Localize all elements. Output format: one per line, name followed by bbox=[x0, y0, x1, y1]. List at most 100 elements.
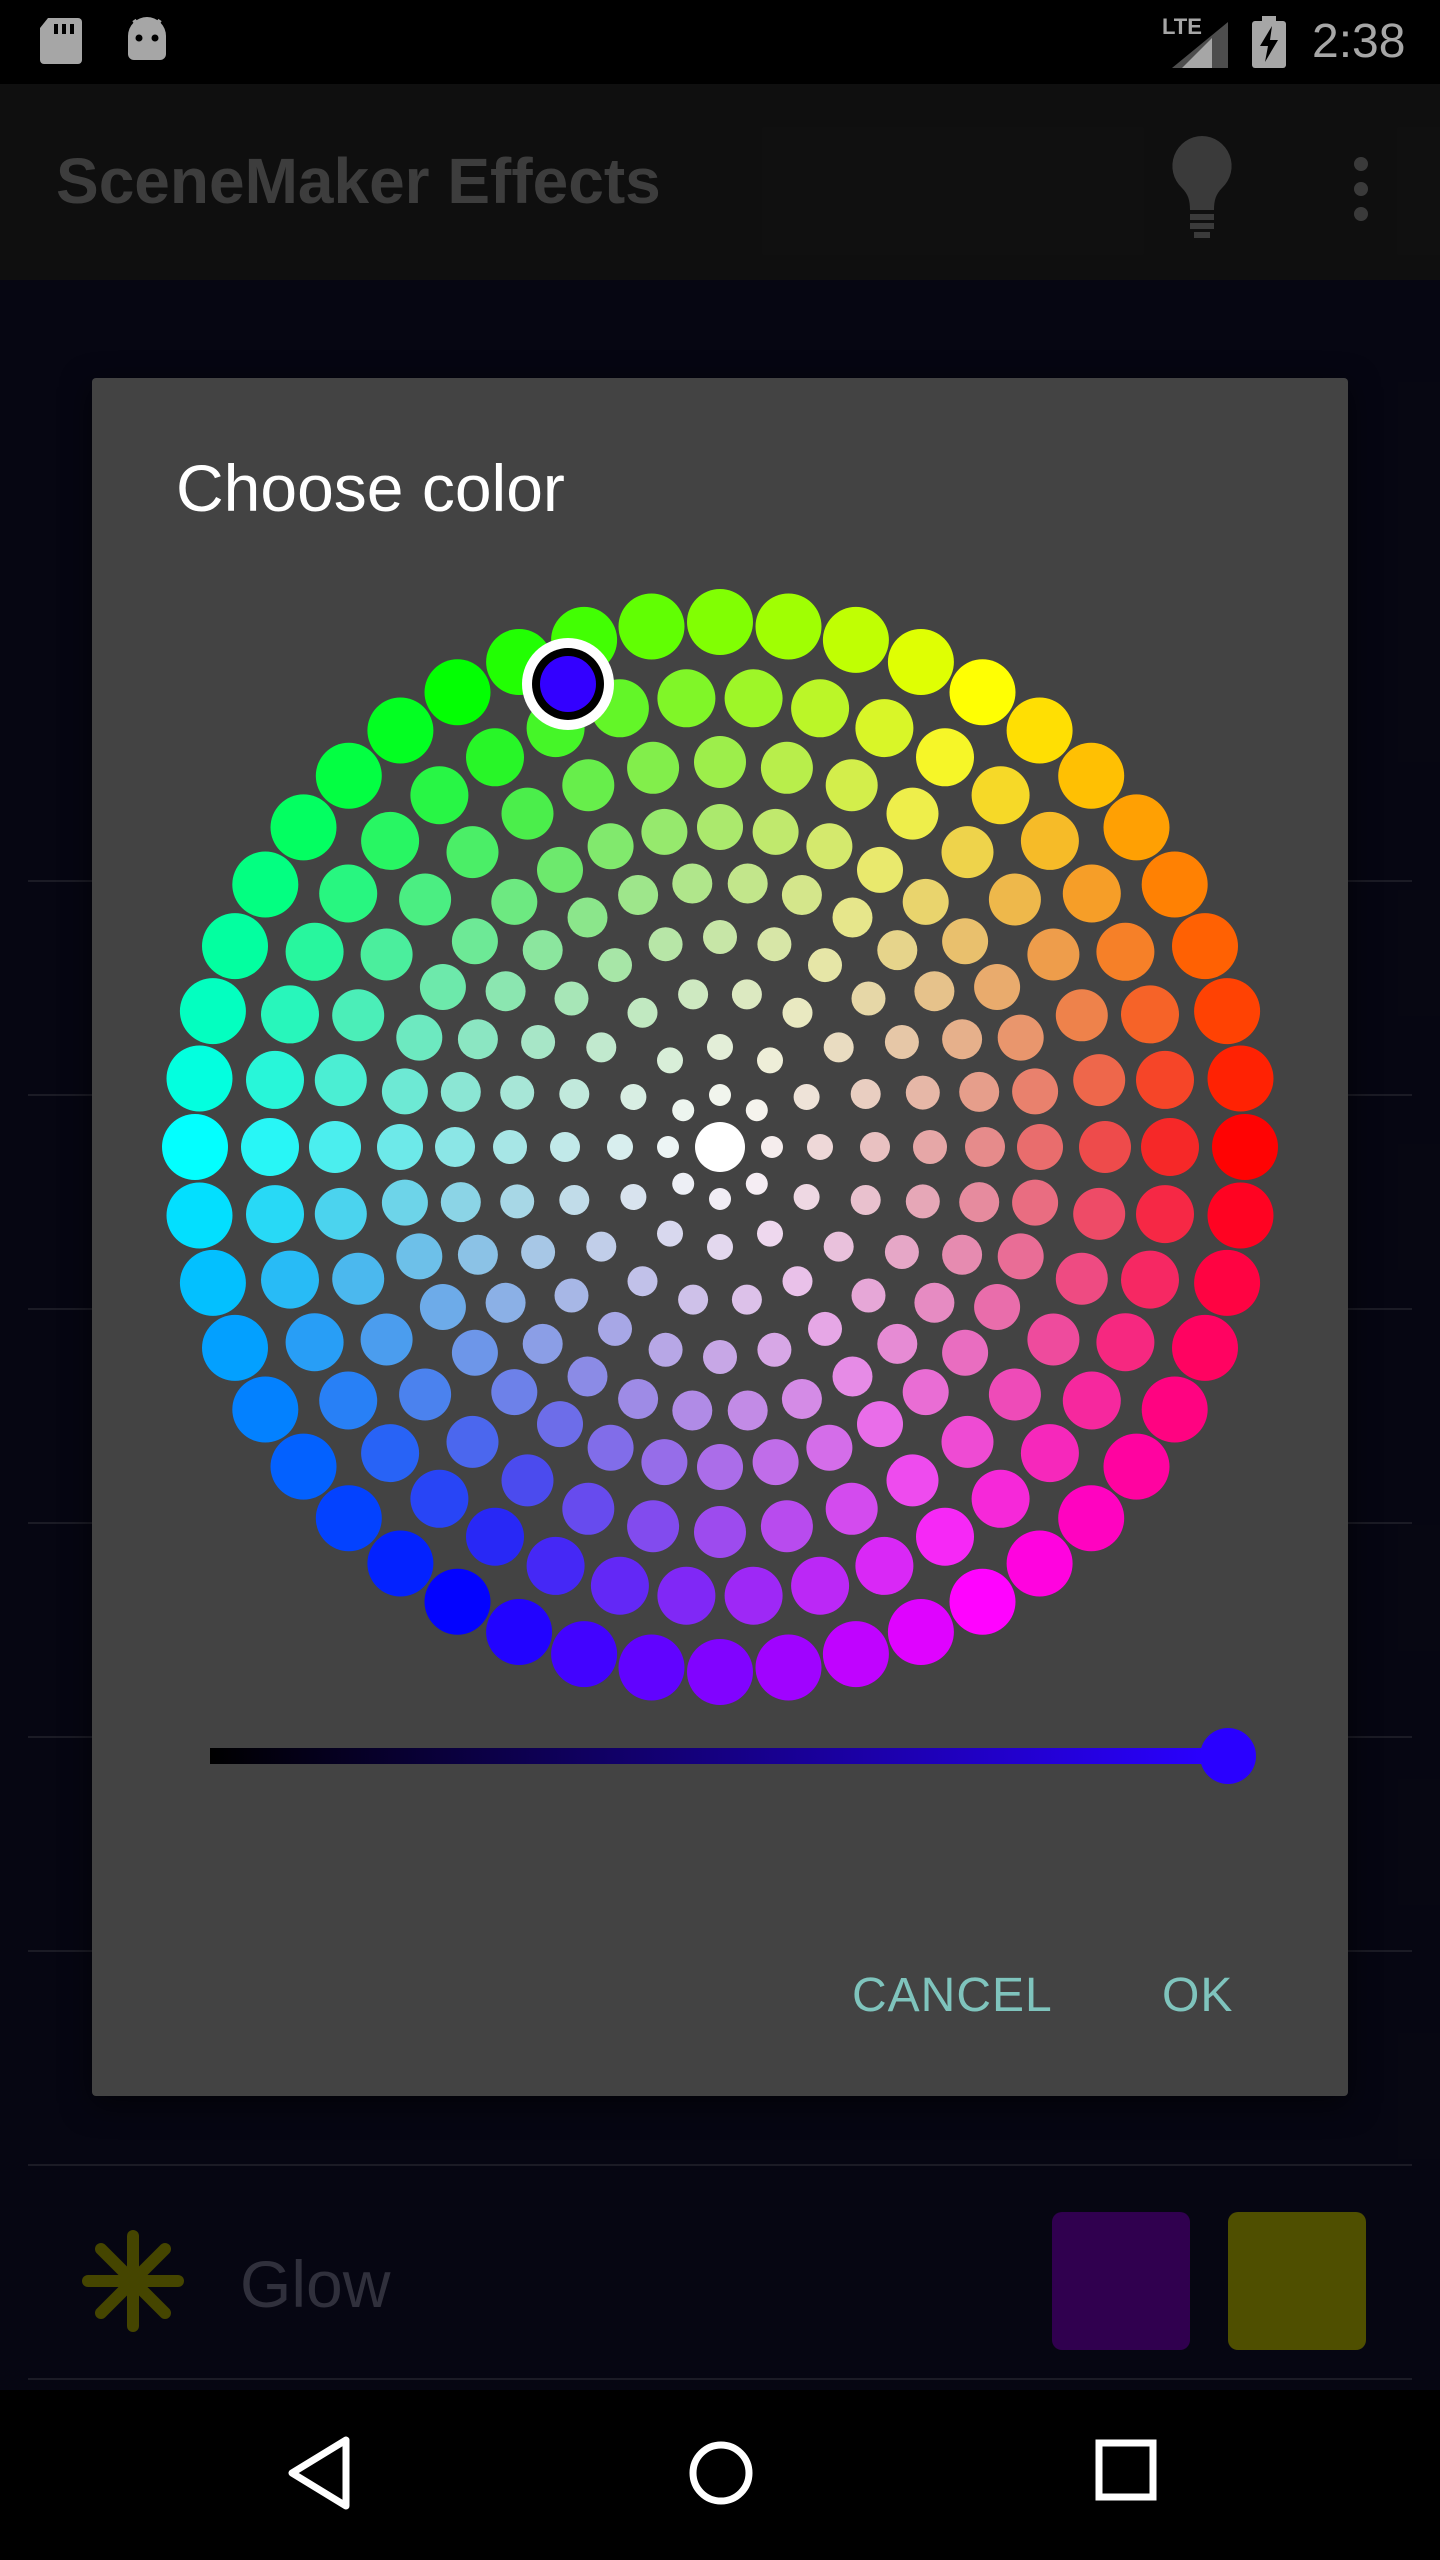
color-dot[interactable] bbox=[752, 808, 799, 855]
color-dot[interactable] bbox=[781, 1379, 822, 1419]
color-dot[interactable] bbox=[761, 1136, 783, 1158]
color-dot[interactable] bbox=[657, 1136, 679, 1158]
color-dot[interactable] bbox=[1062, 1371, 1121, 1430]
color-dot[interactable] bbox=[703, 1340, 737, 1374]
color-dot[interactable] bbox=[332, 1252, 385, 1305]
color-dot[interactable] bbox=[988, 1368, 1041, 1421]
color-dot[interactable] bbox=[942, 1234, 983, 1275]
color-dot[interactable] bbox=[724, 669, 783, 728]
color-dot[interactable] bbox=[246, 1050, 304, 1109]
color-dot[interactable] bbox=[760, 741, 813, 794]
color-dot[interactable] bbox=[757, 1332, 792, 1367]
color-dot[interactable] bbox=[485, 971, 526, 1012]
color-dot[interactable] bbox=[731, 1284, 762, 1315]
color-dot[interactable] bbox=[202, 1314, 268, 1381]
brightness-slider-thumb[interactable] bbox=[1200, 1728, 1256, 1784]
color-dot[interactable] bbox=[1121, 1250, 1179, 1309]
color-dot[interactable] bbox=[648, 1332, 683, 1367]
color-dot[interactable] bbox=[806, 823, 853, 870]
ok-button[interactable]: OK bbox=[1162, 1968, 1233, 2023]
color-dot[interactable] bbox=[1073, 1054, 1126, 1107]
color-dot[interactable] bbox=[537, 1401, 583, 1448]
color-dot[interactable] bbox=[627, 1266, 658, 1297]
color-dot[interactable] bbox=[367, 1530, 434, 1597]
color-dot[interactable] bbox=[793, 1084, 820, 1110]
color-dot[interactable] bbox=[657, 1047, 683, 1074]
color-dot[interactable] bbox=[1017, 1124, 1063, 1170]
color-dot[interactable] bbox=[672, 1172, 695, 1195]
color-dot[interactable] bbox=[941, 1415, 994, 1468]
color-dot[interactable] bbox=[360, 1313, 413, 1366]
color-dot[interactable] bbox=[1062, 864, 1121, 923]
color-dot[interactable] bbox=[232, 851, 299, 918]
color-dot[interactable] bbox=[1027, 928, 1080, 981]
color-dot[interactable] bbox=[399, 873, 452, 926]
color-dot[interactable] bbox=[1141, 851, 1208, 918]
color-dot[interactable] bbox=[598, 948, 632, 983]
color-dot[interactable] bbox=[435, 1127, 475, 1167]
cancel-button[interactable]: CANCEL bbox=[852, 1968, 1053, 2023]
color-dot[interactable] bbox=[627, 997, 658, 1028]
color-dot[interactable] bbox=[807, 1134, 833, 1160]
color-dot[interactable] bbox=[687, 1639, 753, 1705]
color-dot[interactable] bbox=[261, 985, 319, 1044]
color-dot[interactable] bbox=[587, 823, 634, 870]
color-dot[interactable] bbox=[997, 1014, 1044, 1061]
color-dot[interactable] bbox=[559, 1185, 590, 1215]
color-dot[interactable] bbox=[618, 1379, 659, 1419]
color-dot[interactable] bbox=[451, 1329, 498, 1376]
color-dot[interactable] bbox=[974, 1284, 1021, 1330]
color-dot[interactable] bbox=[757, 927, 792, 962]
color-dot[interactable] bbox=[1012, 1068, 1059, 1115]
color-dot[interactable] bbox=[823, 1231, 854, 1262]
color-dot[interactable] bbox=[399, 1368, 452, 1421]
color-dot[interactable] bbox=[1136, 1185, 1194, 1244]
color-dot[interactable] bbox=[1141, 1376, 1208, 1443]
color-dot[interactable] bbox=[166, 1045, 233, 1112]
color-dot[interactable] bbox=[590, 1556, 649, 1615]
color-dot[interactable] bbox=[697, 804, 743, 850]
color-dot[interactable] bbox=[562, 1482, 615, 1535]
color-dot[interactable] bbox=[1103, 1433, 1170, 1500]
color-dot[interactable] bbox=[703, 920, 737, 954]
color-dot[interactable] bbox=[618, 875, 659, 915]
color-dot[interactable] bbox=[745, 1172, 768, 1195]
color-dot[interactable] bbox=[757, 1220, 783, 1247]
color-dot[interactable] bbox=[808, 948, 842, 983]
color-dot[interactable] bbox=[241, 1118, 299, 1176]
color-dot[interactable] bbox=[1207, 1182, 1274, 1249]
color-dot[interactable] bbox=[419, 964, 466, 1010]
color-dot[interactable] bbox=[672, 1390, 713, 1431]
color-dot[interactable] bbox=[641, 808, 688, 855]
color-dot[interactable] bbox=[942, 1019, 983, 1060]
color-dot[interactable] bbox=[620, 1084, 647, 1110]
color-dot[interactable] bbox=[270, 1433, 337, 1500]
color-dot[interactable] bbox=[587, 1424, 634, 1471]
color-dot[interactable] bbox=[361, 811, 420, 870]
color-dot[interactable] bbox=[501, 1454, 554, 1507]
color-dot[interactable] bbox=[877, 1323, 918, 1364]
color-dot[interactable] bbox=[832, 1356, 873, 1397]
color-dot[interactable] bbox=[793, 1184, 820, 1210]
color-dot[interactable] bbox=[554, 981, 589, 1016]
color-dot[interactable] bbox=[314, 1187, 367, 1240]
color-dot[interactable] bbox=[971, 766, 1030, 825]
color-dot[interactable] bbox=[562, 759, 615, 812]
color-dot[interactable] bbox=[627, 741, 680, 794]
color-dot[interactable] bbox=[377, 1124, 423, 1170]
color-dot[interactable] bbox=[755, 1634, 822, 1701]
color-dot[interactable] bbox=[709, 1188, 731, 1210]
color-dot[interactable] bbox=[697, 1444, 743, 1490]
color-dot[interactable] bbox=[916, 728, 974, 787]
color-dot[interactable] bbox=[694, 1506, 746, 1558]
color-dot[interactable] bbox=[1207, 1045, 1274, 1112]
color-dot[interactable] bbox=[942, 1329, 989, 1376]
color-dot[interactable] bbox=[745, 1099, 768, 1122]
color-dot[interactable] bbox=[1121, 985, 1179, 1044]
brightness-slider-track[interactable] bbox=[210, 1748, 1210, 1764]
color-dot[interactable] bbox=[707, 1234, 733, 1260]
color-dot[interactable] bbox=[360, 928, 413, 981]
color-dot[interactable] bbox=[1006, 1530, 1073, 1597]
color-dot[interactable] bbox=[678, 1284, 709, 1315]
color-dot[interactable] bbox=[905, 1075, 940, 1110]
